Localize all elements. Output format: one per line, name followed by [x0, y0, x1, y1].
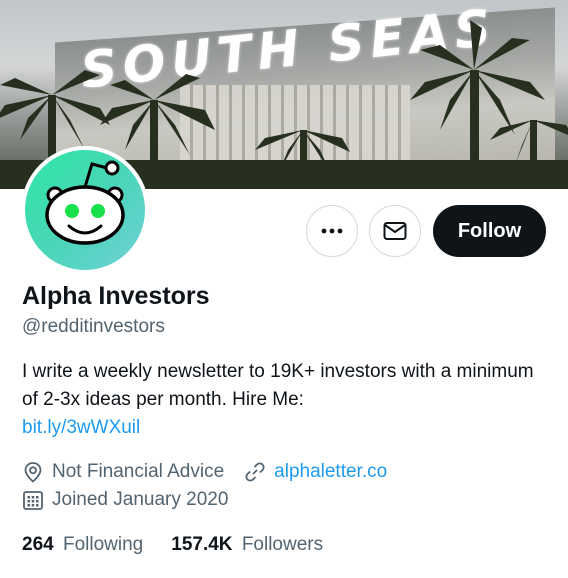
profile-handle: @redditinvestors	[22, 316, 165, 337]
profile-bio: I write a weekly newsletter to 19K+ inve…	[22, 358, 542, 442]
reddit-alien-icon	[45, 160, 125, 245]
mail-icon	[383, 222, 407, 240]
more-dots-icon	[321, 228, 343, 234]
following-stat[interactable]: 264 Following	[22, 534, 143, 556]
follow-button[interactable]: Follow	[433, 205, 546, 257]
followers-count: 157.4K	[171, 534, 233, 555]
calendar-icon	[23, 491, 43, 510]
profile-stats: 264 Following 157.4K Followers	[22, 534, 351, 556]
bio-link[interactable]: bit.ly/3wWXuil	[22, 417, 140, 438]
followers-label: Followers	[241, 534, 324, 555]
location-pin-icon	[24, 462, 42, 483]
more-options-button[interactable]	[306, 205, 358, 257]
bio-text: I write a weekly newsletter to 19K+ inve…	[22, 361, 534, 410]
joined-text: Joined January 2020	[52, 489, 229, 510]
website-item[interactable]: alphaletter.co	[244, 461, 387, 483]
location-text: Not Financial Advice	[52, 461, 225, 482]
following-label: Following	[62, 534, 144, 555]
profile-joined-row: Joined January 2020	[22, 489, 248, 511]
following-count: 264	[22, 534, 54, 555]
avatar[interactable]	[21, 146, 149, 274]
joined-item: Joined January 2020	[22, 489, 228, 511]
link-icon	[245, 462, 265, 482]
location-item: Not Financial Advice	[22, 461, 224, 483]
profile-name: Alpha Investors	[22, 282, 210, 310]
message-button[interactable]	[369, 205, 421, 257]
followers-stat[interactable]: 157.4K Followers	[171, 534, 323, 556]
profile-meta-row: Not Financial Advice alphaletter.co	[22, 461, 407, 483]
website-link[interactable]: alphaletter.co	[274, 461, 387, 483]
